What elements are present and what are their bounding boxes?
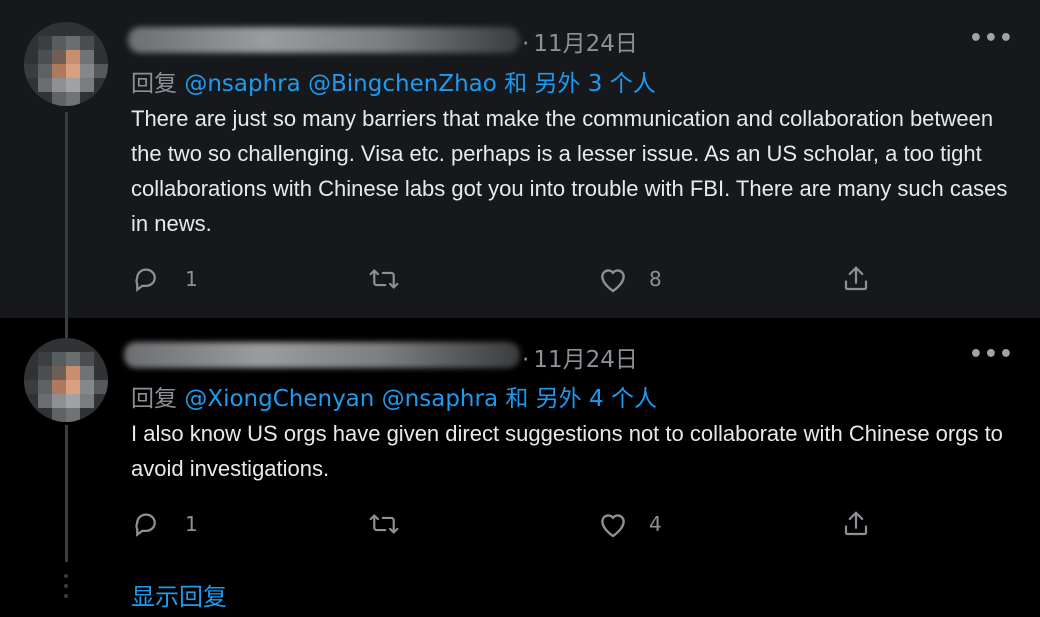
author-name-redacted[interactable]	[124, 342, 520, 368]
ellipsis-icon[interactable]: •••	[969, 26, 1014, 51]
retweet-button[interactable]	[367, 507, 401, 541]
author-name-redacted[interactable]	[128, 27, 520, 53]
replying-to: 回复 @XiongChenyan @nsaphra 和 另外 4 个人	[131, 379, 657, 413]
ellipsis-icon[interactable]: •••	[969, 342, 1014, 367]
reply-button[interactable]: 1	[131, 262, 198, 296]
retweet-icon	[367, 509, 401, 539]
reply-icon	[131, 264, 161, 294]
reply-icon	[131, 509, 161, 539]
share-button[interactable]	[841, 507, 871, 541]
heart-icon	[597, 264, 629, 294]
like-count: 4	[649, 512, 662, 536]
thread-connector	[65, 318, 68, 338]
reply-prefix: 回复	[131, 71, 177, 97]
tweet-actions: 1 4	[131, 507, 891, 541]
tweet-text: I also know US orgs have given direct su…	[131, 421, 1003, 481]
others-link[interactable]: 和 另外 4 个人	[505, 386, 657, 412]
tweet-thread: · 11月24日 ••• 回复 @nsaphra @BingchenZhao 和 …	[0, 0, 1040, 617]
reply-button[interactable]: 1	[131, 507, 198, 541]
thread-more-dots	[64, 574, 68, 604]
share-icon	[841, 509, 871, 539]
like-count: 8	[649, 267, 662, 291]
like-button[interactable]: 4	[597, 507, 662, 541]
mention-link[interactable]: @nsaphra	[382, 386, 498, 412]
retweet-icon	[367, 264, 401, 294]
share-button[interactable]	[841, 262, 871, 296]
reply-count: 1	[185, 267, 198, 291]
reply-prefix: 回复	[131, 386, 177, 412]
replying-to: 回复 @nsaphra @BingchenZhao 和 另外 3 个人	[131, 64, 656, 98]
like-button[interactable]: 8	[597, 262, 662, 296]
mention-link[interactable]: @XiongChenyan	[184, 386, 374, 412]
tweet-date[interactable]: · 11月24日	[522, 340, 638, 374]
thread-connector	[65, 112, 68, 318]
tweet-date[interactable]: · 11月24日	[522, 24, 638, 58]
mention-link[interactable]: @nsaphra	[184, 71, 300, 97]
tweet-actions: 1 8	[131, 262, 891, 296]
avatar[interactable]	[24, 338, 108, 422]
tweet-text: There are just so many barriers that mak…	[131, 106, 1008, 236]
share-icon	[841, 264, 871, 294]
retweet-button[interactable]	[367, 262, 401, 296]
show-replies-link[interactable]: 显示回复	[131, 577, 227, 612]
mention-link[interactable]: @BingchenZhao	[308, 71, 497, 97]
thread-connector	[65, 425, 68, 562]
avatar[interactable]	[24, 22, 108, 106]
reply-count: 1	[185, 512, 198, 536]
others-link[interactable]: 和 另外 3 个人	[504, 71, 656, 97]
heart-icon	[597, 509, 629, 539]
